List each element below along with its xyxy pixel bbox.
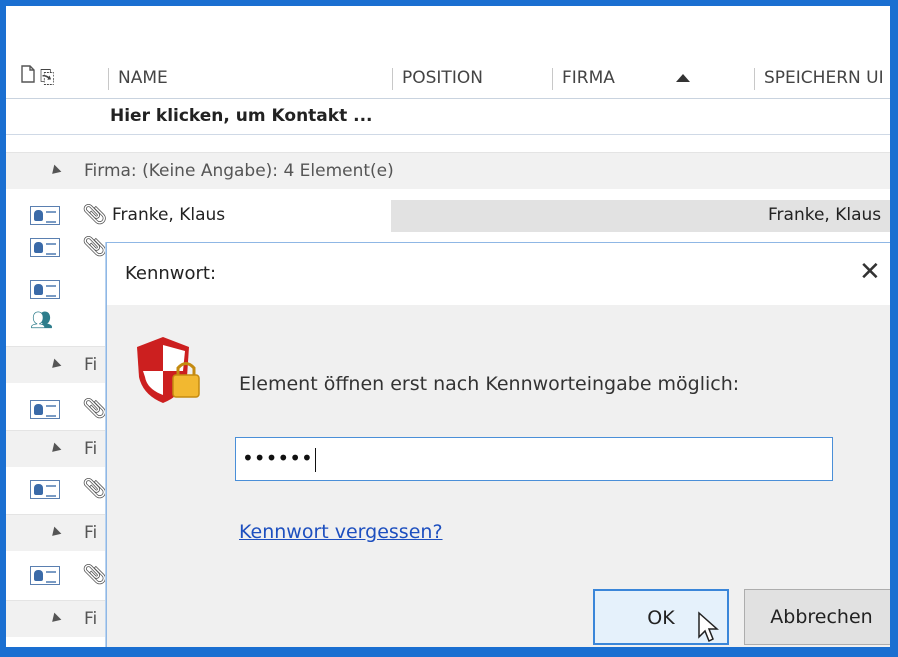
new-contact-row[interactable]: Hier klicken, um Kontakt ... bbox=[110, 100, 373, 132]
group-header[interactable]: Fi bbox=[6, 514, 106, 551]
forgot-password-link[interactable]: Kennwort vergessen? bbox=[239, 521, 443, 543]
paperclip-icon: 📎︎ bbox=[82, 396, 108, 420]
contact-card-icon bbox=[30, 480, 60, 499]
contact-card-icon bbox=[30, 238, 60, 257]
attachment-column-icon[interactable]: ⎘ bbox=[40, 58, 54, 98]
security-shield-icon bbox=[137, 337, 200, 403]
column-position[interactable]: POSITION bbox=[402, 58, 483, 98]
collapse-triangle-icon[interactable] bbox=[48, 442, 62, 456]
collapse-triangle-icon[interactable] bbox=[48, 358, 62, 372]
cancel-button[interactable]: Abbrechen bbox=[744, 589, 890, 645]
collapse-triangle-icon[interactable] bbox=[48, 164, 62, 178]
contact-card-icon bbox=[30, 280, 60, 299]
table-row[interactable] bbox=[6, 274, 106, 308]
paperclip-icon: 📎︎ bbox=[82, 234, 108, 258]
group-header[interactable]: Fi bbox=[6, 346, 106, 383]
contact-group-icon: 👥︎ bbox=[30, 310, 53, 331]
dialog-title: Kennwort: bbox=[125, 263, 217, 284]
app-window: ⎘ NAME POSITION FIRMA SPEICHERN UI Hier … bbox=[0, 0, 898, 657]
column-speichern-unter[interactable]: SPEICHERN UI bbox=[764, 58, 884, 98]
text-caret bbox=[314, 447, 316, 472]
password-input[interactable]: •••••• bbox=[235, 437, 833, 481]
collapse-triangle-icon[interactable] bbox=[48, 526, 62, 540]
table-row[interactable]: 📎︎ bbox=[6, 558, 108, 592]
table-row[interactable]: 📎︎ Franke, Klaus Franke, Klaus bbox=[6, 198, 890, 232]
close-icon[interactable]: ✕ bbox=[859, 257, 881, 287]
paperclip-icon: 📎︎ bbox=[82, 562, 108, 586]
column-name[interactable]: NAME bbox=[118, 58, 168, 98]
column-header-row: ⎘ NAME POSITION FIRMA SPEICHERN UI bbox=[6, 58, 890, 99]
password-prompt: Element öffnen erst nach Kennworteingabe… bbox=[239, 373, 740, 395]
group-header[interactable]: Fi bbox=[6, 600, 106, 637]
column-firma[interactable]: FIRMA bbox=[562, 58, 615, 98]
table-row[interactable]: 👥︎ bbox=[6, 306, 106, 340]
table-row[interactable]: 📎︎ bbox=[6, 232, 108, 266]
contact-card-icon bbox=[30, 566, 60, 585]
page-icon[interactable] bbox=[20, 58, 36, 98]
contact-card-icon bbox=[30, 206, 60, 225]
table-row[interactable]: 📎︎ bbox=[6, 392, 108, 426]
paperclip-icon: 📎︎ bbox=[82, 476, 108, 500]
paperclip-icon: 📎︎ bbox=[82, 202, 108, 226]
dialog-title-bar: Kennwort: ✕ bbox=[107, 243, 890, 305]
sort-ascending-icon bbox=[676, 74, 690, 82]
contact-card-icon bbox=[30, 400, 60, 419]
contact-name: Franke, Klaus bbox=[112, 205, 226, 225]
table-row[interactable]: 📎︎ bbox=[6, 472, 108, 506]
contact-file-as: Franke, Klaus bbox=[768, 205, 882, 225]
collapse-triangle-icon[interactable] bbox=[48, 612, 62, 626]
password-dialog: Kennwort: ✕ Element öffnen erst nach Ken… bbox=[106, 242, 890, 647]
group-header[interactable]: Fi bbox=[6, 430, 106, 467]
group-header[interactable]: Firma: (Keine Angabe): 4 Element(e) bbox=[6, 152, 890, 189]
mouse-pointer-icon bbox=[698, 611, 719, 643]
